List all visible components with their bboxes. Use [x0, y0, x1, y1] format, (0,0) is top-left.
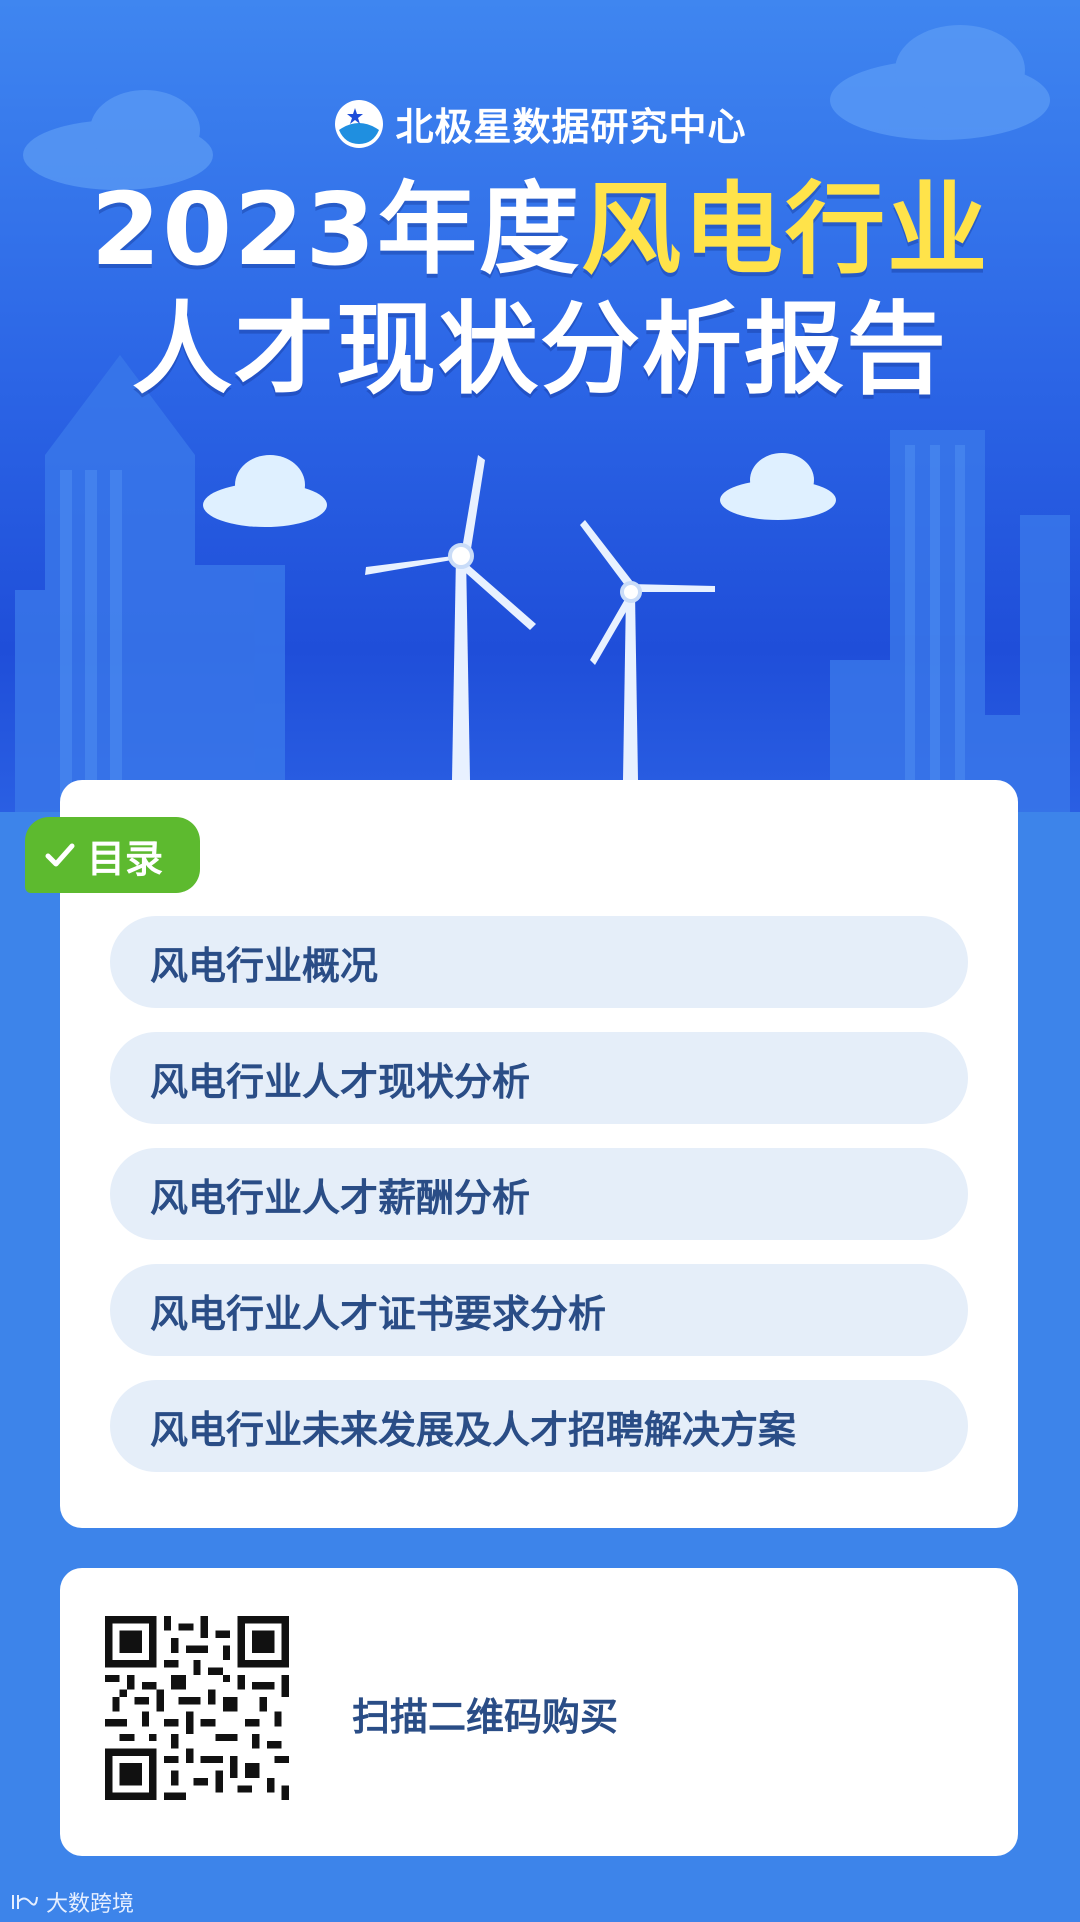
toc-badge-label: 目录	[87, 836, 164, 881]
scan-qr-label: 扫描二维码购买	[352, 1695, 619, 1739]
purchase-card: 扫描二维码购买	[60, 1568, 1018, 1856]
toc-badge: 目录	[25, 817, 200, 893]
cloud-decoration	[203, 453, 836, 527]
toc-item-industry-overview[interactable]: 风电行业概况	[110, 916, 968, 1008]
brand-header: 北极星数据研究中心	[0, 96, 1080, 151]
watermark: 大数跨境	[10, 1886, 134, 1918]
toc-item-certificate-requirements[interactable]: 风电行业人才证书要求分析	[110, 1264, 968, 1356]
report-title-line1: 2023年度风电行业	[0, 170, 1080, 290]
report-title-line2: 人才现状分析报告	[132, 291, 948, 408]
checkmark-icon	[45, 843, 75, 867]
toc-list: 风电行业概况 风电行业人才现状分析 风电行业人才薪酬分析 风电行业人才证书要求分…	[110, 916, 968, 1496]
watermark-logo-icon	[12, 1895, 38, 1909]
title-prefix: 2023年度	[90, 171, 582, 288]
wind-turbine-icon	[580, 520, 715, 780]
toc-item-talent-salary[interactable]: 风电行业人才薪酬分析	[110, 1148, 968, 1240]
polaris-logo-icon	[335, 99, 384, 148]
qr-code-icon[interactable]	[105, 1616, 289, 1800]
watermark-text: 大数跨境	[46, 1892, 135, 1917]
wind-turbine-icon	[365, 455, 536, 780]
title-highlight: 风电行业	[581, 171, 990, 288]
toc-item-future-recruitment[interactable]: 风电行业未来发展及人才招聘解决方案	[110, 1380, 968, 1472]
toc-item-talent-status[interactable]: 风电行业人才现状分析	[110, 1032, 968, 1124]
brand-name: 北极星数据研究中心	[395, 105, 747, 149]
hero-banner: 北极星数据研究中心 2023年度风电行业 人才现状分析报告	[0, 0, 1080, 812]
